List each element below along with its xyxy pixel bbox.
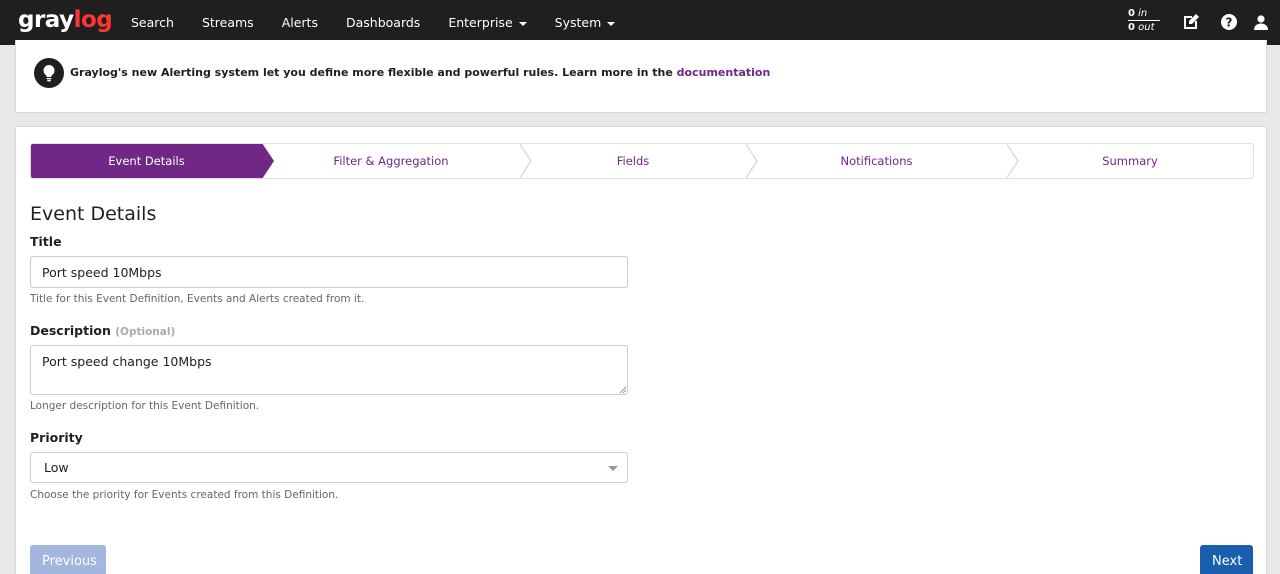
step-label: Summary [1102, 154, 1158, 168]
throughput-out-label: out [1138, 22, 1155, 33]
description-textarea[interactable]: Port speed change 10Mbps [30, 345, 628, 395]
step-notifications[interactable]: Notifications [746, 144, 1019, 178]
caret-down-icon [607, 21, 616, 26]
nav-item-search[interactable]: Search [117, 0, 188, 45]
caret-down-icon [608, 466, 618, 471]
step-event-details[interactable]: Event Details [31, 144, 274, 178]
documentation-link[interactable]: documentation [677, 66, 771, 79]
priority-label-text: Priority [30, 430, 83, 445]
nav-item-label: Search [131, 15, 174, 30]
title-input[interactable] [30, 256, 628, 288]
edit-icon[interactable] [1181, 12, 1201, 32]
nav-item-label: Streams [201, 15, 254, 30]
step-label: Notifications [840, 154, 913, 168]
caret-down-icon [518, 21, 527, 26]
throughput-in-value: 0 [1128, 8, 1135, 19]
nav-item-dashboards[interactable]: Dashboards [332, 0, 434, 45]
title-help: Title for this Event Definition, Events … [30, 293, 365, 305]
step-chevron [745, 144, 758, 178]
previous-button[interactable]: Previous [30, 545, 106, 574]
optional-tag: (Optional) [115, 326, 176, 338]
wizard-steps: Event Details Filter & Aggregation Field… [30, 143, 1254, 179]
user-icon[interactable] [1251, 12, 1271, 32]
description-label-text: Description [30, 323, 111, 338]
priority-selected-value: Low [44, 460, 69, 475]
lightbulb-icon [34, 58, 64, 88]
nav-item-system[interactable]: System [541, 0, 630, 45]
throughput-in-label: in [1138, 8, 1148, 19]
help-icon[interactable]: ? [1219, 12, 1239, 32]
priority-select[interactable]: Low [30, 452, 628, 483]
notice-message: Graylog's new Alerting system let you de… [70, 66, 673, 79]
nav-item-label: System [554, 15, 602, 30]
description-help: Longer description for this Event Defini… [30, 400, 260, 412]
step-fields[interactable]: Fields [520, 144, 758, 178]
step-label: Event Details [108, 154, 185, 168]
step-summary[interactable]: Summary [1007, 144, 1253, 178]
step-label: Filter & Aggregation [333, 154, 449, 168]
svg-text:?: ? [1226, 16, 1233, 30]
logo-part-log: log [73, 7, 113, 33]
title-label: Title [30, 234, 62, 249]
alerting-notice: Graylog's new Alerting system let you de… [15, 40, 1267, 113]
resize-grip-icon[interactable] [619, 386, 627, 394]
priority-label: Priority [30, 430, 83, 445]
nav-item-streams[interactable]: Streams [188, 0, 268, 45]
step-chevron [261, 144, 274, 178]
next-button[interactable]: Next [1200, 545, 1253, 574]
logo-part-gray: gray [18, 7, 74, 33]
top-navbar: graylog Search Streams Alerts Dashboards… [0, 0, 1280, 45]
nav-item-enterprise[interactable]: Enterprise [434, 0, 540, 45]
notice-text: Graylog's new Alerting system let you de… [70, 66, 770, 79]
nav-item-label: Enterprise [448, 15, 513, 30]
step-label: Fields [616, 154, 650, 168]
event-definition-panel: Event Details Filter & Aggregation Field… [15, 126, 1267, 574]
throughput-out-value: 0 [1128, 22, 1135, 33]
throughput-indicator[interactable]: 0 in 0 out [1128, 7, 1160, 34]
throughput-in: 0 in [1128, 7, 1160, 21]
section-title: Event Details [30, 203, 157, 225]
description-label: Description (Optional) [30, 323, 175, 338]
throughput-out: 0 out [1128, 21, 1160, 34]
title-label-text: Title [30, 234, 62, 249]
nav-menu: Search Streams Alerts Dashboards Enterpr… [117, 0, 629, 45]
step-chevron [1006, 144, 1019, 178]
priority-help: Choose the priority for Events created f… [30, 489, 339, 501]
nav-item-alerts[interactable]: Alerts [268, 0, 332, 45]
graylog-logo[interactable]: graylog [18, 7, 113, 33]
step-filter-aggregation[interactable]: Filter & Aggregation [262, 144, 532, 178]
step-chevron [519, 144, 532, 178]
nav-item-label: Dashboards [345, 15, 421, 30]
page-scrollbar[interactable] [1272, 45, 1280, 574]
nav-item-label: Alerts [281, 15, 318, 30]
